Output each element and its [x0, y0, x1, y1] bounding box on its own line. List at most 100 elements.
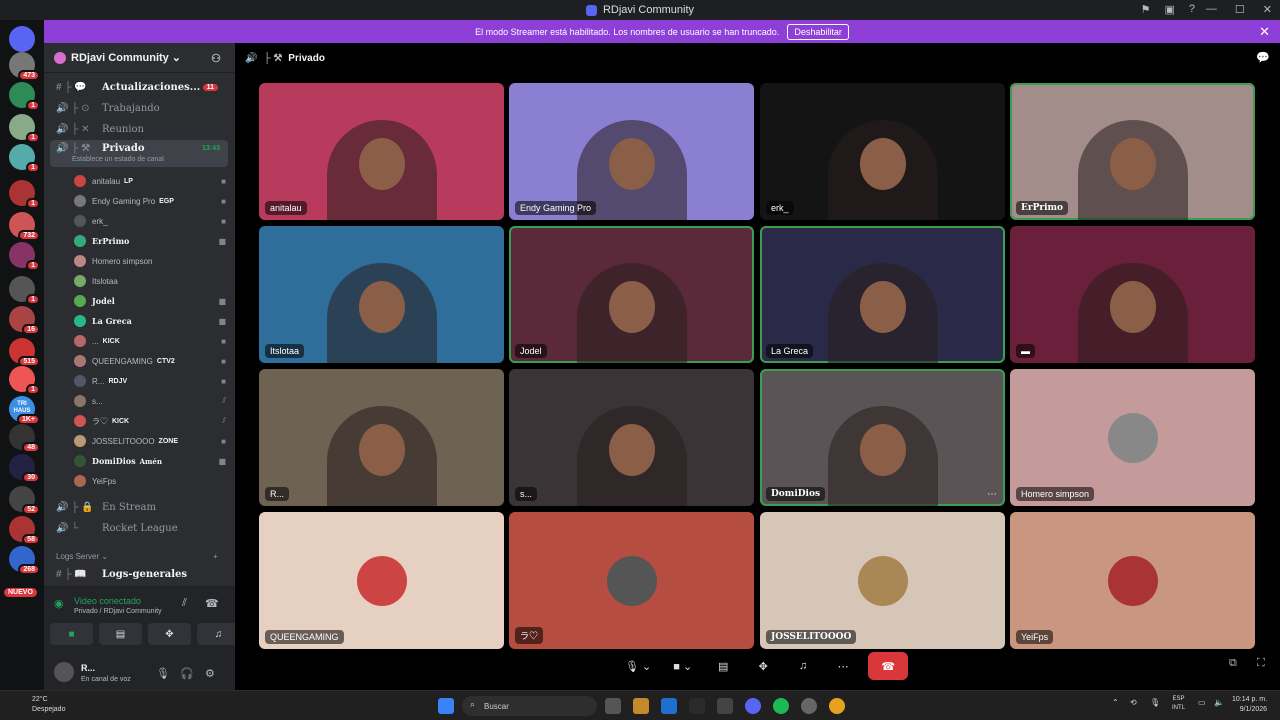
server-icon[interactable]: 1 [9, 276, 40, 305]
server-icon[interactable]: 1 [9, 180, 40, 209]
camera-toggle-button[interactable]: ■ ⌄ [667, 652, 698, 680]
start-icon[interactable] [438, 698, 454, 714]
voice-user[interactable]: ラ♡ KICK ⫽ [74, 411, 226, 431]
channel-logs-generales[interactable]: # ├ 📖 Logs-generales [50, 564, 228, 584]
video-tile[interactable]: anitalau [259, 83, 504, 220]
category-logs-server[interactable]: Logs Server ⌄ + [56, 552, 218, 561]
language-indicator[interactable]: ESP INTL [1172, 695, 1185, 713]
guild-header[interactable]: RDjavi Community ⌄ ⚇ [44, 43, 235, 73]
video-tile[interactable]: s... [509, 369, 754, 506]
maximize-button[interactable]: ☐ [1235, 3, 1245, 16]
video-tile[interactable]: YeiFps [1010, 512, 1255, 649]
soundboard-button[interactable]: ♫ [788, 652, 818, 680]
voice-user[interactable]: s... ⫽ [74, 391, 226, 411]
disable-streamer-button[interactable]: Deshabilitar [787, 23, 849, 40]
voice-user[interactable]: QUEENGAMING CTV2 ■ [74, 351, 226, 371]
activities-button[interactable]: ✥ [148, 623, 191, 645]
wifi-icon[interactable]: ▭ [1198, 698, 1206, 707]
voice-user[interactable]: La Greca ■ [74, 311, 226, 331]
video-tile[interactable]: R... [259, 369, 504, 506]
server-icon[interactable]: 473 [9, 52, 40, 81]
video-tile[interactable]: ▬ [1010, 226, 1255, 363]
screen-share-button[interactable]: ▤ [708, 652, 738, 680]
taskbar-search[interactable]: ⌕ Buscar [462, 696, 597, 716]
voice-user[interactable]: JOSSELITOOOO ZONE ■ [74, 431, 226, 451]
server-icon[interactable]: 1 [9, 242, 40, 271]
noise-suppression-icon[interactable]: ⫽ [182, 597, 187, 610]
voice-user[interactable]: R... RDJV ■ [74, 371, 226, 391]
headphones-icon[interactable]: 🎧 [180, 667, 194, 680]
voice-user[interactable]: DomiDios Amén ■ [74, 451, 226, 471]
video-tile[interactable]: Jodel [509, 226, 754, 363]
video-tile[interactable]: Homero simpson [1010, 369, 1255, 506]
chat-icon[interactable]: 💬 [1256, 51, 1270, 64]
video-tile[interactable]: Itslotaa [259, 226, 504, 363]
channel-en-stream[interactable]: 🔊 ├ 🔒 En Stream [50, 497, 228, 517]
voice-user[interactable]: anitalau LP ■ [74, 171, 226, 191]
server-icon[interactable]: 16 [9, 306, 40, 335]
fullscreen-icon[interactable]: ⛶ [1257, 657, 1265, 670]
close-banner-icon[interactable]: ✕ [1259, 24, 1270, 40]
avatar[interactable] [54, 662, 74, 682]
file-explorer-icon[interactable] [633, 698, 649, 714]
voice-user[interactable]: erk_ ■ [74, 211, 226, 231]
server-icon[interactable]: 515 [9, 338, 40, 367]
server-icon[interactable]: 52 [9, 486, 40, 515]
video-tile[interactable]: erk_ [760, 83, 1005, 220]
settings-gear-icon[interactable]: ⚙ [205, 667, 215, 680]
network-icon[interactable]: ⟲ [1130, 698, 1137, 707]
soundboard-button[interactable]: ♫ [197, 623, 240, 645]
more-options-button[interactable]: ⋯ [828, 652, 858, 680]
voice-user[interactable]: Itslotaa [74, 271, 224, 291]
microphone-icon[interactable]: 🎙 [156, 667, 170, 680]
video-tile[interactable]: JOSSELITOOOO [760, 512, 1005, 649]
disconnect-call-button[interactable]: ☎ [868, 652, 909, 680]
channel-actualizaciones[interactable]: # ├ 💬 Actualizaciones... 11 [50, 77, 228, 97]
video-tile[interactable]: QUEENGAMING [259, 512, 504, 649]
volume-icon[interactable]: 🔈 [1214, 698, 1224, 707]
help-icon[interactable]: ? [1189, 3, 1195, 16]
tray-chevron-icon[interactable]: ⌃ [1112, 698, 1119, 707]
voice-user[interactable]: ErPrimo ■ [74, 231, 226, 251]
add-channel-icon[interactable]: + [213, 552, 218, 561]
obs-icon[interactable] [717, 698, 733, 714]
channel-privado[interactable]: 🔊 ├ ⚒ Privado 13:43 Establece un estado de … [50, 140, 228, 167]
more-options-icon[interactable]: ⋯ [987, 489, 997, 500]
voice-user[interactable]: Homero simpson [74, 251, 224, 271]
minimize-button[interactable]: — [1206, 3, 1217, 16]
server-icon[interactable]: 48 [9, 424, 40, 453]
video-tile[interactable]: Endy Gaming Pro [509, 83, 754, 220]
server-icon[interactable]: 58 [9, 516, 40, 545]
server-icon[interactable]: 30 [9, 454, 40, 483]
video-tile[interactable]: DomiDios ⋯ [760, 369, 1005, 506]
clock[interactable]: 10:14 p. m. 9/1/2026 [1232, 695, 1267, 715]
video-tile[interactable]: ErPrimo [1010, 83, 1255, 220]
popout-icon[interactable]: ⧉ [1229, 657, 1237, 670]
activities-button[interactable]: ✥ [748, 652, 778, 680]
server-icon[interactable]: 732 [9, 212, 40, 241]
server-icon[interactable]: 1 [9, 114, 40, 143]
server-icon[interactable]: 1K+ TRI HAUS [9, 396, 40, 425]
chrome-icon[interactable] [829, 698, 845, 714]
channel-rocket-league[interactable]: 🔊 └ Rocket League [50, 518, 228, 538]
terminal-icon[interactable] [689, 698, 705, 714]
close-window-button[interactable]: ✕ [1263, 3, 1272, 16]
app-icon[interactable] [801, 698, 817, 714]
voice-user[interactable]: Jodel ■ [74, 291, 226, 311]
voice-user[interactable]: Endy Gaming Pro EGP ■ [74, 191, 226, 211]
screen-share-button[interactable]: ▤ [99, 623, 142, 645]
server-icon[interactable]: 1 [9, 366, 40, 395]
voice-user[interactable]: YeiFps [74, 471, 224, 491]
inbox-icon[interactable]: ⚑ [1141, 3, 1151, 16]
voice-user[interactable]: ... KICK ■ [74, 331, 226, 351]
mute-button[interactable]: 🎙 ⌄ [619, 652, 657, 680]
add-member-icon[interactable]: ⚇ [211, 52, 221, 65]
spotify-icon[interactable] [773, 698, 789, 714]
mic-tray-icon[interactable]: 🎙 [1150, 698, 1160, 707]
weather-widget[interactable]: 22°C Despejado [12, 695, 65, 715]
taskview-icon[interactable] [605, 698, 621, 714]
channel-reunion[interactable]: 🔊 ├ ✕ Reunion [50, 119, 228, 139]
server-icon[interactable]: 1 [9, 82, 40, 111]
camera-button[interactable]: ■ [50, 623, 93, 645]
server-icon[interactable]: 1 [9, 144, 40, 173]
